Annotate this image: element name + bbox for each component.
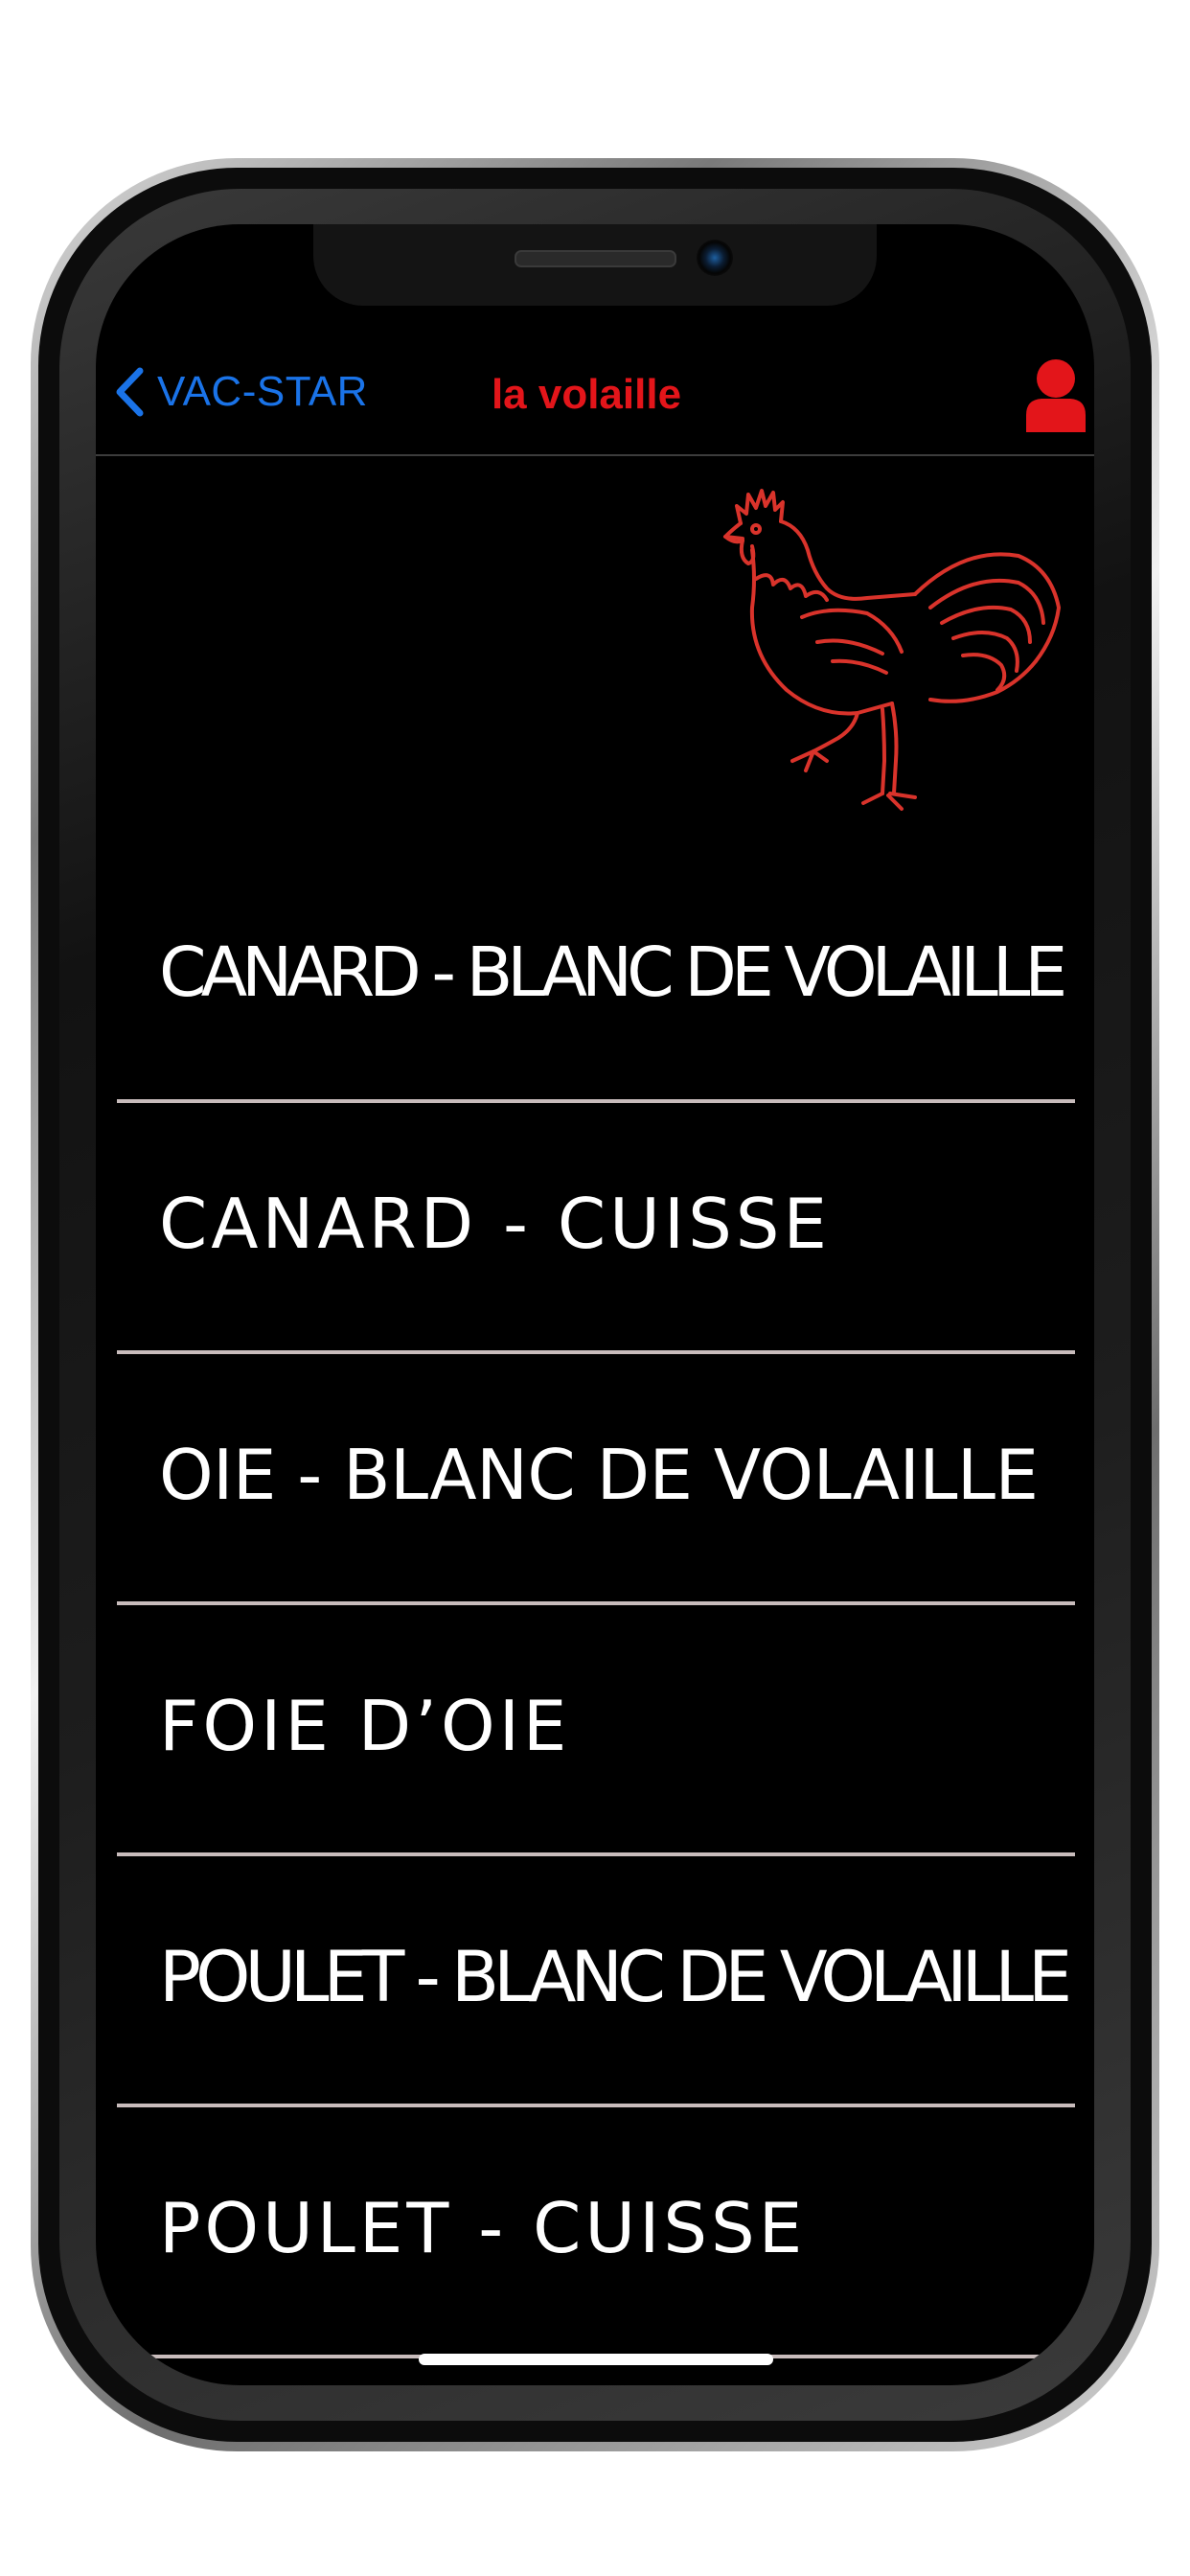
item-label: FOIE D’OIE [159, 1686, 571, 1766]
app-screen: VAC-STAR la volaille CANARD - BLANC DE V… [96, 224, 1094, 2385]
item-label: CANARD - CUISSE [159, 1184, 831, 1264]
notch [313, 224, 877, 306]
list-item[interactable]: POULET - CUISSE [117, 2107, 1075, 2358]
item-label: POULET - BLANC DE VOLAILLE [159, 1937, 1072, 2018]
user-icon [1026, 359, 1086, 432]
item-label: POULET - CUISSE [159, 2188, 807, 2268]
list-item[interactable]: POULET - BLANC DE VOLAILLE [117, 1856, 1075, 2107]
page-title: la volaille [491, 371, 682, 418]
speaker-grille [515, 250, 676, 267]
rooster-icon [723, 489, 1061, 811]
front-camera [697, 240, 733, 276]
item-label: CANARD - BLANC DE VOLAILLE [159, 932, 1067, 1012]
poultry-list: CANARD - BLANC DE VOLAILLE CANARD - CUIS… [117, 852, 1075, 2358]
navigation-bar: VAC-STAR la volaille [96, 344, 1094, 440]
navbar-divider [96, 454, 1094, 456]
list-item[interactable]: OIE - BLANC DE VOLAILLE [117, 1354, 1075, 1605]
home-indicator[interactable] [419, 2354, 773, 2365]
list-item[interactable]: FOIE D’OIE [117, 1605, 1075, 1856]
device-mockup: VAC-STAR la volaille CANARD - BLANC DE V… [0, 0, 1190, 2576]
profile-button[interactable] [1022, 357, 1089, 434]
list-item[interactable]: CANARD - CUISSE [117, 1103, 1075, 1354]
item-label: OIE - BLANC DE VOLAILLE [159, 1435, 1039, 1515]
list-item[interactable]: CANARD - BLANC DE VOLAILLE [117, 852, 1075, 1103]
